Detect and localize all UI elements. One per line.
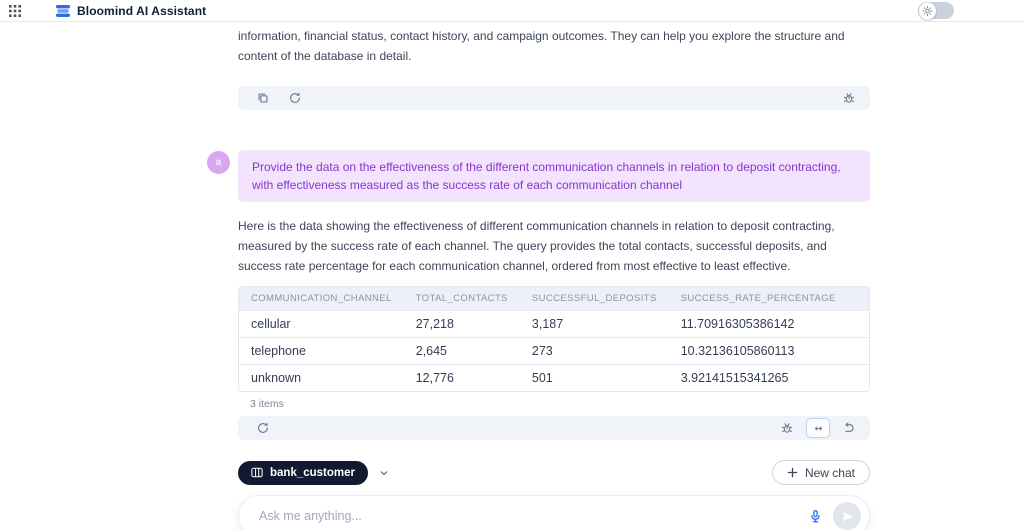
cell-successful-deposits: 501	[520, 364, 669, 391]
theme-toggle[interactable]	[918, 2, 954, 19]
top-bar: Bloomind AI Assistant	[0, 0, 1024, 22]
copy-button[interactable]	[256, 91, 270, 105]
plus-icon	[787, 467, 798, 478]
user-message: a Provide the data on the effectiveness …	[238, 150, 870, 202]
cell-channel: unknown	[239, 364, 404, 391]
dataset-selector[interactable]: bank_customer	[238, 461, 368, 485]
refresh-button[interactable]	[288, 91, 302, 105]
table-row[interactable]: unknown 12,776 501 3.92141515341265	[239, 364, 869, 391]
assistant-answer-text: Here is the data showing the effectivene…	[238, 216, 870, 276]
table-icon	[251, 467, 263, 478]
refresh-button[interactable]	[256, 421, 270, 435]
message-toolbar	[238, 86, 870, 110]
results-table: COMMUNICATION_CHANNEL TOTAL_CONTACTS SUC…	[238, 286, 870, 392]
resize-icon	[812, 422, 825, 435]
cell-total-contacts: 27,218	[404, 310, 520, 337]
cell-total-contacts: 2,645	[404, 337, 520, 364]
undo-button[interactable]	[842, 421, 856, 435]
column-header: SUCCESSFUL_DEPOSITS	[520, 287, 669, 310]
cell-successful-deposits: 273	[520, 337, 669, 364]
prompt-bar	[238, 495, 870, 530]
expand-width-button[interactable]	[806, 418, 830, 438]
prompt-input[interactable]	[259, 509, 798, 523]
cell-channel: cellular	[239, 310, 404, 337]
app-title: Bloomind AI Assistant	[77, 4, 206, 18]
table-header-row: COMMUNICATION_CHANNEL TOTAL_CONTACTS SUC…	[239, 287, 869, 310]
cell-successful-deposits: 3,187	[520, 310, 669, 337]
mic-button[interactable]	[798, 509, 833, 524]
bug-report-button[interactable]	[842, 91, 856, 105]
dataset-dropdown-chevron[interactable]	[378, 467, 390, 479]
assistant-message-tail: information, financial status, contact h…	[238, 26, 870, 66]
bloomind-logo	[56, 4, 70, 18]
user-avatar: a	[207, 151, 230, 174]
cell-success-rate: 3.92141515341265	[669, 364, 869, 391]
session-controls: bank_customer New chat	[238, 460, 870, 485]
app-grid-icon[interactable]	[8, 4, 22, 18]
column-header: COMMUNICATION_CHANNEL	[239, 287, 404, 310]
dataset-name: bank_customer	[270, 467, 355, 479]
brand: Bloomind AI Assistant	[56, 4, 206, 18]
cell-channel: telephone	[239, 337, 404, 364]
answer-toolbar	[238, 416, 870, 440]
cell-success-rate: 11.70916305386142	[669, 310, 869, 337]
cell-total-contacts: 12,776	[404, 364, 520, 391]
column-header: TOTAL_CONTACTS	[404, 287, 520, 310]
items-count: 3 items	[238, 398, 870, 410]
table-row[interactable]: cellular 27,218 3,187 11.70916305386142	[239, 310, 869, 337]
bug-report-button[interactable]	[780, 421, 794, 435]
table-row[interactable]: telephone 2,645 273 10.32136105860113	[239, 337, 869, 364]
send-button[interactable]	[833, 502, 861, 530]
cell-success-rate: 10.32136105860113	[669, 337, 869, 364]
column-header: SUCCESS_RATE_PERCENTAGE	[669, 287, 869, 310]
sun-icon	[919, 2, 936, 19]
chat-thread: information, financial status, contact h…	[238, 22, 870, 530]
user-message-bubble: Provide the data on the effectiveness of…	[238, 150, 870, 202]
new-chat-button[interactable]: New chat	[772, 460, 870, 485]
new-chat-label: New chat	[805, 466, 855, 480]
